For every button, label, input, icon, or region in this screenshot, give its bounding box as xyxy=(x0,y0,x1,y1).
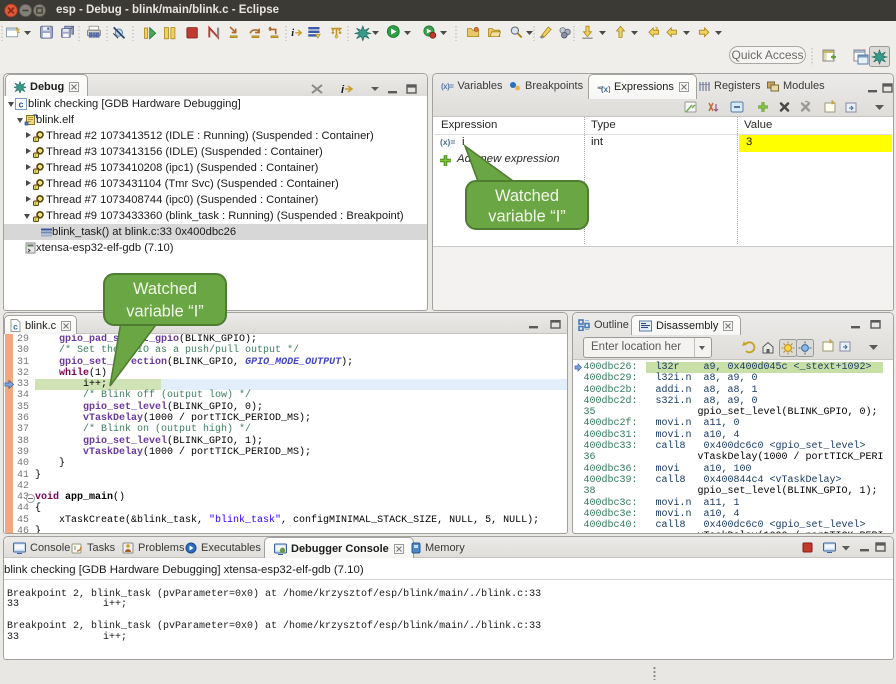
svg-text:c: c xyxy=(18,100,23,110)
svg-text:i: i xyxy=(341,84,345,95)
svg-text:c: c xyxy=(13,322,18,332)
svg-text:i: i xyxy=(291,28,294,39)
svg-text:(x): (x) xyxy=(601,85,610,93)
